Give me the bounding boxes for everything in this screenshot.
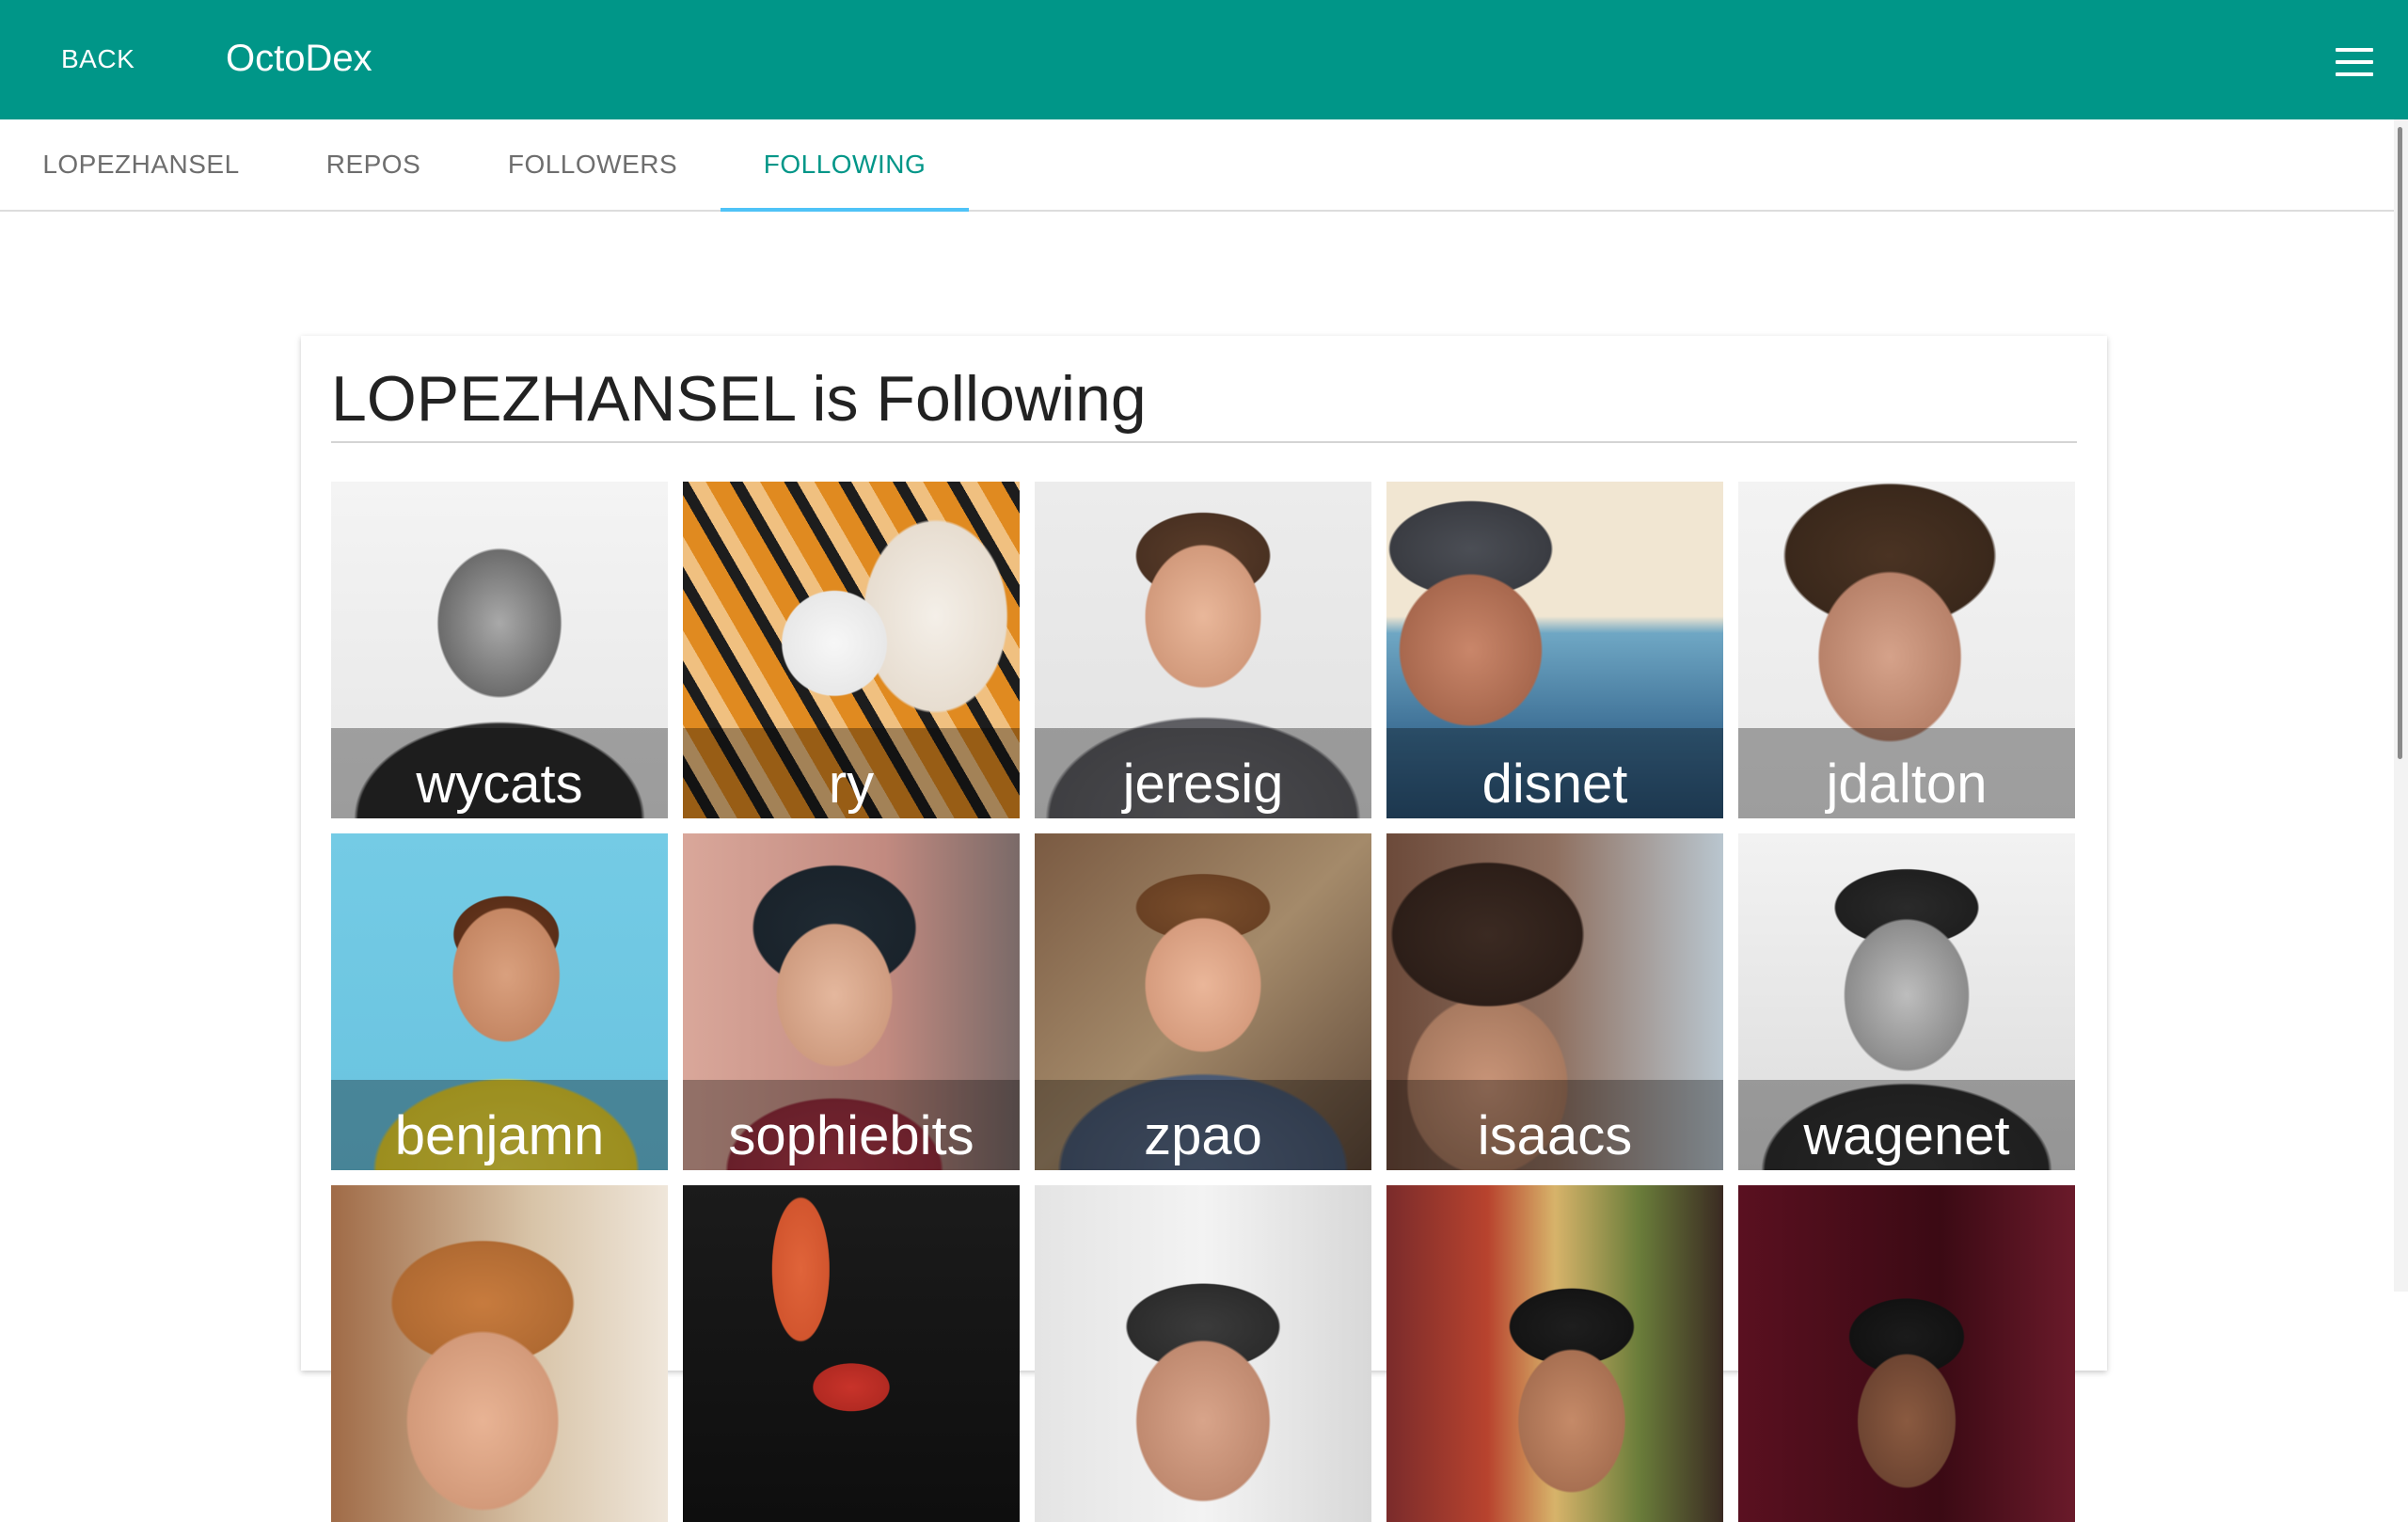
- user-tile[interactable]: isaacs: [1386, 833, 1723, 1170]
- user-tile[interactable]: [1035, 1185, 1371, 1522]
- following-grid: wycats ry jeresig disnet jdalton benjamn: [331, 482, 2077, 1522]
- tab-bar: LOPEZHANSEL REPOS FOLLOWERS FOLLOWING: [0, 119, 2394, 212]
- username-label: zpao: [1144, 1105, 1262, 1167]
- user-avatar: [1035, 1185, 1371, 1522]
- user-tile[interactable]: disnet: [1386, 482, 1723, 818]
- user-tile[interactable]: sophiebits: [683, 833, 1020, 1170]
- tab-following[interactable]: FOLLOWING: [721, 119, 969, 212]
- username-label: benjamn: [394, 1105, 605, 1167]
- user-tile[interactable]: zpao: [1035, 833, 1371, 1170]
- scrollbar-thumb[interactable]: [2398, 127, 2402, 759]
- username-label: wagenet: [1803, 1105, 2010, 1167]
- app-bar: BACK OctoDex: [0, 0, 2408, 119]
- user-tile[interactable]: [1386, 1185, 1723, 1522]
- username-label: isaacs: [1477, 1105, 1633, 1167]
- username-label: jeresig: [1122, 753, 1284, 816]
- following-card: LOPEZHANSEL is Following wycats ry jeres…: [301, 336, 2107, 1522]
- page-scrollbar[interactable]: [2394, 119, 2408, 1292]
- username-label: wycats: [416, 753, 583, 816]
- user-tile[interactable]: [331, 1185, 668, 1522]
- title-divider: [331, 441, 2077, 443]
- user-tile[interactable]: jdalton: [1738, 482, 2075, 818]
- tab-repos[interactable]: REPOS: [282, 119, 465, 210]
- app-title: OctoDex: [226, 38, 372, 79]
- username-label: disnet: [1481, 753, 1628, 816]
- user-avatar: [1738, 1185, 2075, 1522]
- tab-profile[interactable]: LOPEZHANSEL: [0, 119, 282, 210]
- page-title: LOPEZHANSEL is Following: [331, 363, 1147, 435]
- user-avatar: [683, 1185, 1020, 1522]
- user-avatar: [1386, 1185, 1723, 1522]
- username-label: sophiebits: [728, 1105, 974, 1167]
- user-tile[interactable]: wycats: [331, 482, 668, 818]
- user-tile[interactable]: ry: [683, 482, 1020, 818]
- hamburger-menu-icon[interactable]: [2321, 41, 2387, 83]
- tab-followers[interactable]: FOLLOWERS: [465, 119, 721, 210]
- back-button[interactable]: BACK: [61, 44, 135, 74]
- user-tile[interactable]: [683, 1185, 1020, 1522]
- username-label: jdalton: [1826, 753, 1988, 816]
- username-label: ry: [828, 753, 875, 816]
- user-tile[interactable]: benjamn: [331, 833, 668, 1170]
- user-tile[interactable]: wagenet: [1738, 833, 2075, 1170]
- user-tile[interactable]: jeresig: [1035, 482, 1371, 818]
- user-avatar: [331, 1185, 668, 1522]
- user-tile[interactable]: [1738, 1185, 2075, 1522]
